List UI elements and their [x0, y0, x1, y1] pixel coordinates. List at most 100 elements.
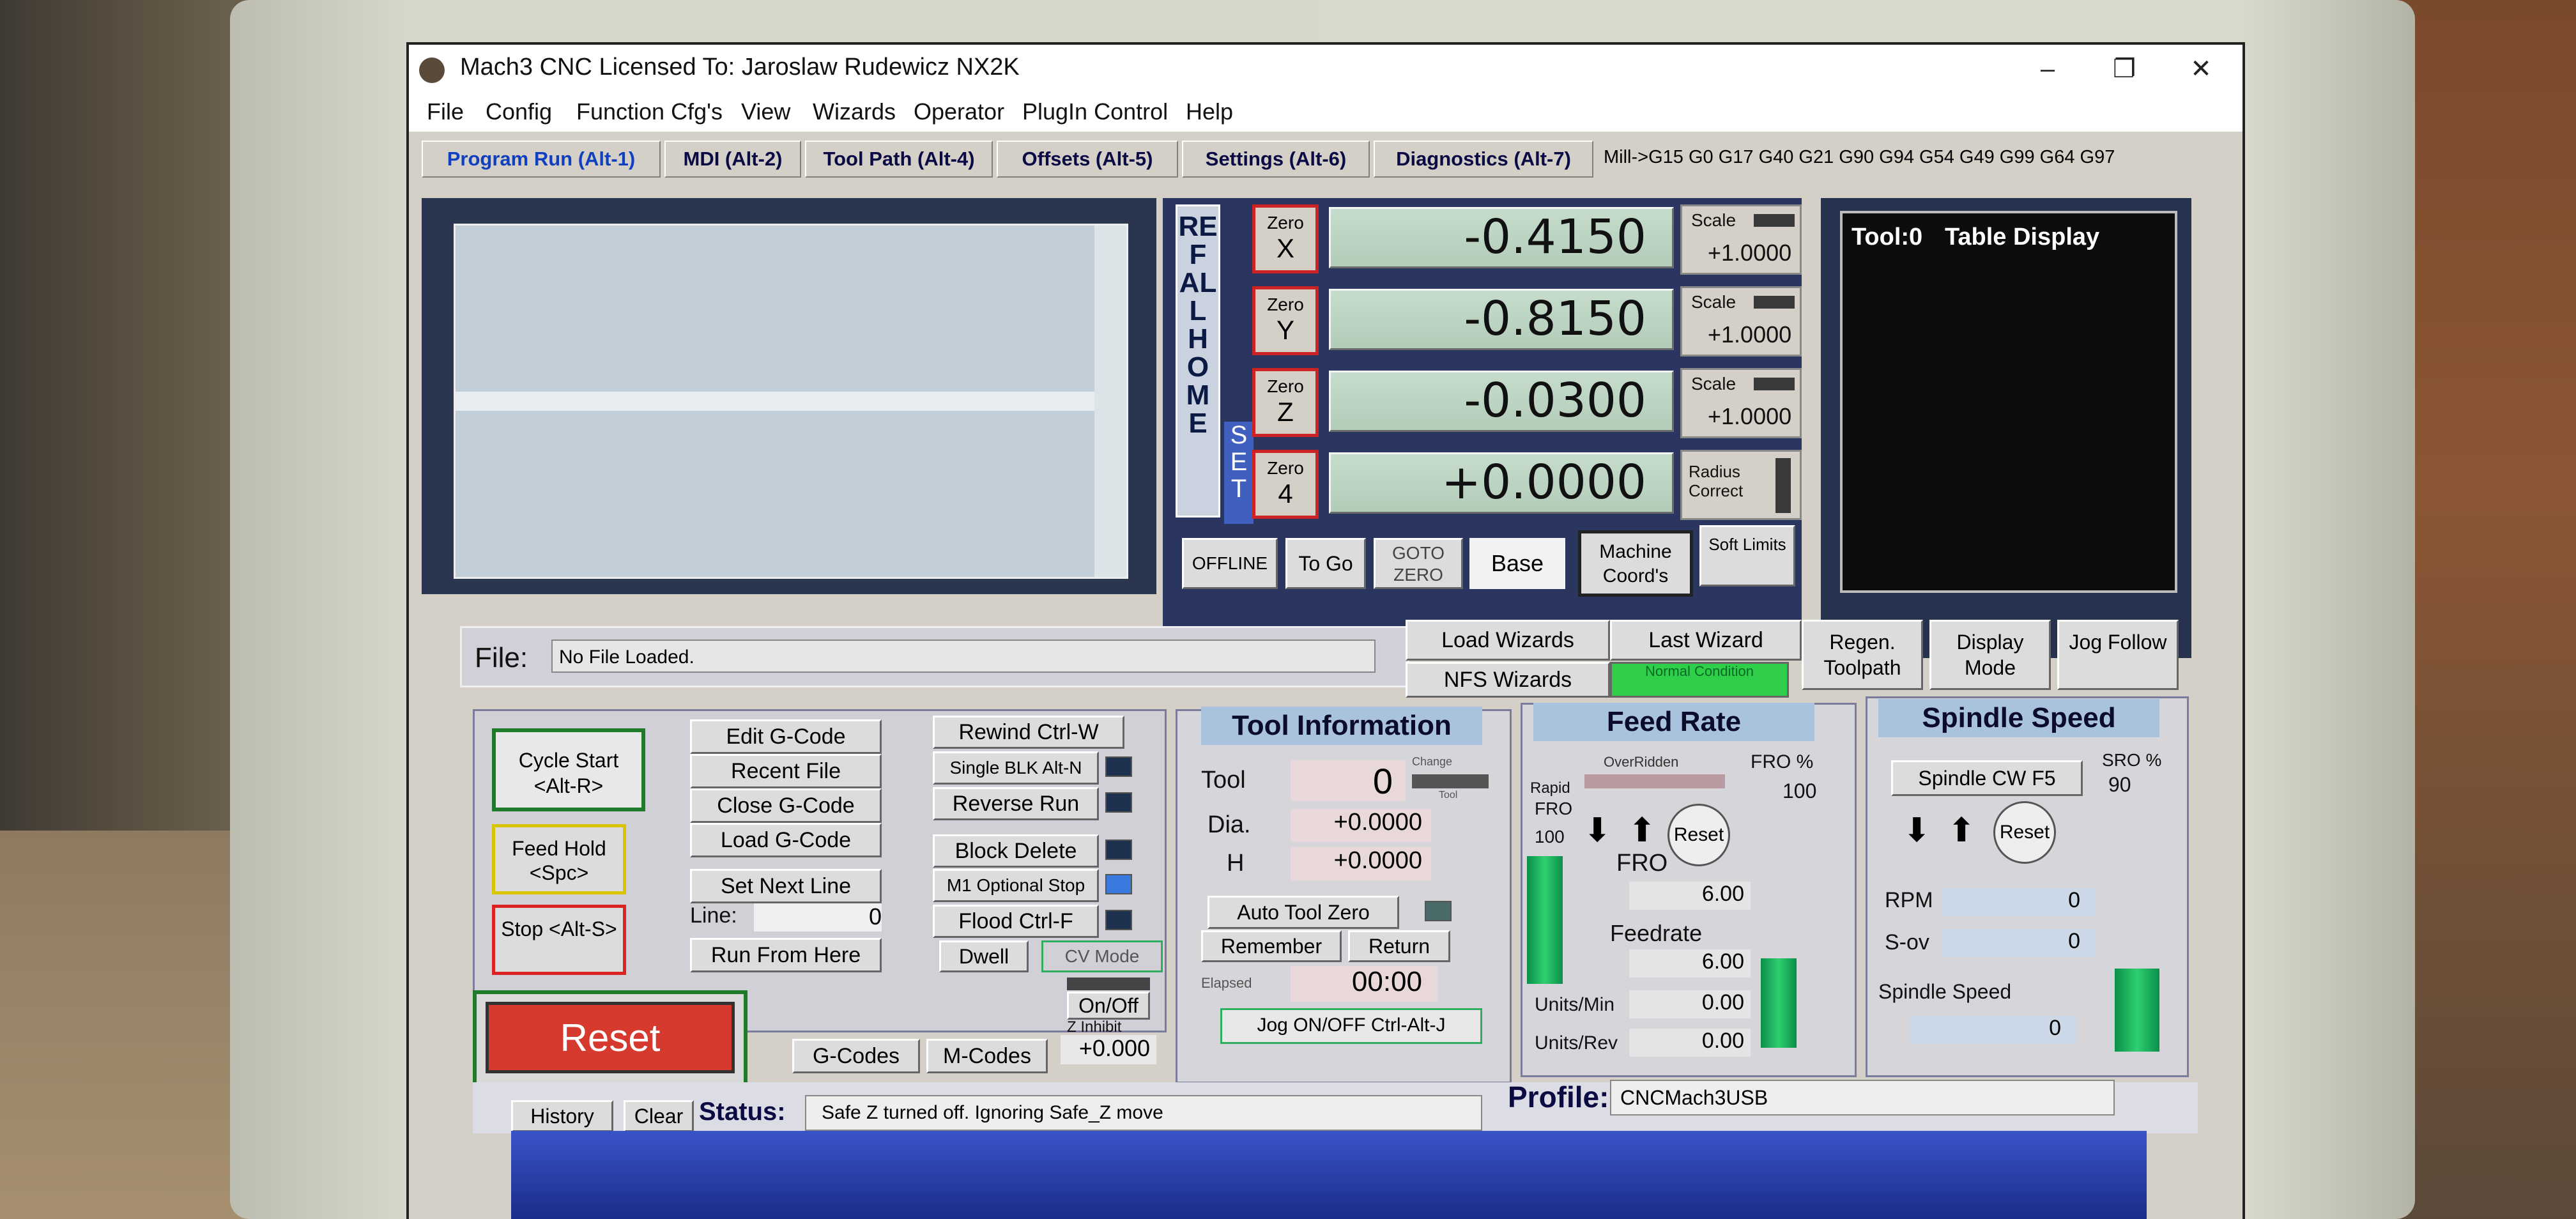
soft-limits-button[interactable]: Soft Limits	[1699, 525, 1795, 586]
display-mode-button[interactable]: Display Mode	[1929, 620, 2051, 690]
block-delete-button[interactable]: Block Delete	[933, 834, 1099, 868]
zero-4-button[interactable]: Zero 4	[1252, 450, 1319, 519]
scale-y[interactable]: Scale +1.0000	[1680, 286, 1802, 356]
remember-button[interactable]: Remember	[1201, 930, 1342, 962]
regen-toolpath-button[interactable]: Regen. Toolpath	[1802, 620, 1923, 690]
menu-help[interactable]: Help	[1186, 98, 1233, 125]
spindle-increase-icon[interactable]: ⬆	[1942, 811, 1981, 850]
line-number-field[interactable]: 0	[754, 903, 882, 931]
to-go-button[interactable]: To Go	[1285, 538, 1366, 589]
file-path-field[interactable]: No File Loaded.	[551, 640, 1376, 673]
feed-hold-button[interactable]: Feed Hold <Spc>	[492, 824, 626, 894]
spindle-cw-button[interactable]: Spindle CW F5	[1891, 760, 2083, 796]
menu-config[interactable]: Config	[486, 98, 552, 125]
load-gcode-button[interactable]: Load G-Code	[690, 823, 882, 857]
set-next-line-button[interactable]: Set Next Line	[690, 869, 882, 903]
reverse-run-button[interactable]: Reverse Run	[933, 787, 1099, 820]
spindle-reset-button[interactable]: Reset	[1993, 801, 2056, 864]
mach3-window: Mach3 CNC Licensed To: Jaroslaw Rudewicz…	[409, 45, 2242, 1219]
fro-value[interactable]: 6.00	[1629, 882, 1751, 910]
single-block-button[interactable]: Single BLK Alt-N	[933, 751, 1099, 785]
feed-decrease-icon[interactable]: ⬇	[1578, 811, 1616, 850]
menu-operator[interactable]: Operator	[914, 98, 1004, 125]
radius-correct-button[interactable]: Radius Correct	[1680, 450, 1802, 520]
dia-field[interactable]: +0.0000	[1291, 809, 1431, 842]
close-gcode-button[interactable]: Close G-Code	[690, 788, 882, 823]
zero-z-button[interactable]: Zero Z	[1252, 368, 1319, 437]
rewind-button[interactable]: Rewind Ctrl-W	[933, 716, 1124, 749]
run-from-here-button[interactable]: Run From Here	[690, 938, 882, 972]
minimize-icon[interactable]: –	[2019, 50, 2076, 88]
toolpath-display[interactable]: Tool:0 Table Display	[1840, 211, 2177, 593]
spindle-speed-label: Spindle Speed	[1878, 980, 2012, 1003]
units-rev-value: 0.00	[1629, 1029, 1751, 1057]
base-label: Base	[1469, 538, 1565, 589]
menu-wizards[interactable]: Wizards	[813, 98, 896, 125]
clear-button[interactable]: Clear	[624, 1100, 694, 1132]
edit-gcode-button[interactable]: Edit G-Code	[690, 719, 882, 754]
return-button[interactable]: Return	[1348, 930, 1450, 962]
m1-optional-stop-button[interactable]: M1 Optional Stop	[933, 869, 1099, 902]
dwell-button[interactable]: Dwell	[939, 940, 1029, 972]
tab-settings[interactable]: Settings (Alt-6)	[1182, 141, 1370, 178]
feed-reset-button[interactable]: Reset	[1667, 804, 1730, 866]
restore-icon[interactable]: ❐	[2096, 50, 2153, 88]
gcode-scrollbar[interactable]	[1094, 226, 1126, 577]
mcodes-button[interactable]: M-Codes	[926, 1039, 1048, 1073]
zero-y-button[interactable]: Zero Y	[1252, 286, 1319, 355]
z-inhibit-onoff-button[interactable]: On/Off	[1067, 992, 1150, 1020]
menu-plugin-control[interactable]: PlugIn Control	[1022, 98, 1168, 125]
history-button[interactable]: History	[511, 1100, 613, 1132]
dro-y-value[interactable]: -0.8150	[1329, 289, 1674, 350]
feed-increase-icon[interactable]: ⬆	[1623, 811, 1661, 850]
flood-button[interactable]: Flood Ctrl-F	[933, 905, 1099, 938]
ref-all-home-button[interactable]: REF ALL HOME	[1176, 204, 1220, 518]
goto-zero-button[interactable]: GOTO ZERO	[1374, 538, 1463, 589]
menu-function-cfgs[interactable]: Function Cfg's	[576, 98, 723, 125]
jog-onoff-button[interactable]: Jog ON/OFF Ctrl-Alt-J	[1220, 1008, 1482, 1044]
change-tool-label: Change	[1412, 755, 1453, 768]
dro-4-value[interactable]: +0.0000	[1329, 452, 1674, 514]
sov-value: 0	[1942, 929, 2096, 957]
scale-x[interactable]: Scale +1.0000	[1680, 204, 1802, 275]
cv-mode-indicator[interactable]: CV Mode	[1041, 940, 1163, 972]
offline-button[interactable]: OFFLINE	[1182, 538, 1278, 589]
dro-z-value[interactable]: -0.0300	[1329, 371, 1674, 432]
stop-button[interactable]: Stop <Alt-S>	[492, 905, 626, 975]
tab-mdi[interactable]: MDI (Alt-2)	[664, 141, 801, 178]
scale-z[interactable]: Scale +1.0000	[1680, 368, 1802, 438]
jog-follow-button[interactable]: Jog Follow	[2057, 620, 2179, 690]
gcode-list[interactable]	[454, 224, 1128, 579]
nfs-wizards-button[interactable]: NFS Wizards	[1406, 662, 1610, 698]
menu-file[interactable]: File	[427, 98, 464, 125]
status-message: Safe Z turned off. Ignoring Safe_Z move	[805, 1095, 1482, 1131]
spindle-speed-slider[interactable]	[2115, 969, 2159, 1052]
bottom-banner	[511, 1131, 2147, 1219]
reset-button[interactable]: Reset	[486, 1002, 735, 1073]
spindle-decrease-icon[interactable]: ⬇	[1897, 811, 1936, 850]
feedrate-value[interactable]: 6.00	[1629, 949, 1751, 977]
cycle-start-button[interactable]: Cycle Start <Alt-R>	[492, 728, 645, 811]
feedrate-slider[interactable]	[1761, 958, 1797, 1048]
menu-view[interactable]: View	[741, 98, 790, 125]
tab-tool-path[interactable]: Tool Path (Alt-4)	[805, 141, 993, 178]
z-inhibit-value[interactable]: +0.000	[1061, 1035, 1156, 1064]
rpm-value[interactable]: 0	[1942, 888, 2096, 916]
close-icon[interactable]: ✕	[2172, 50, 2230, 88]
tab-offsets[interactable]: Offsets (Alt-5)	[997, 141, 1178, 178]
load-wizards-button[interactable]: Load Wizards	[1406, 620, 1610, 661]
rapid-fro-slider[interactable]	[1527, 856, 1563, 984]
recent-file-button[interactable]: Recent File	[690, 754, 882, 788]
gcodes-button[interactable]: G-Codes	[792, 1039, 920, 1073]
change-tool-button[interactable]	[1412, 774, 1489, 788]
dro-x-value[interactable]: -0.4150	[1329, 207, 1674, 268]
auto-tool-zero-button[interactable]: Auto Tool Zero	[1208, 896, 1399, 929]
last-wizard-button[interactable]: Last Wizard	[1610, 620, 1802, 661]
machine-coords-button[interactable]: Machine Coord's	[1578, 530, 1693, 597]
tool-number-field[interactable]: 0	[1291, 760, 1406, 801]
zero-x-button[interactable]: Zero X	[1252, 204, 1319, 273]
tab-program-run[interactable]: Program Run (Alt-1)	[422, 141, 661, 178]
tab-diagnostics[interactable]: Diagnostics (Alt-7)	[1374, 141, 1593, 178]
h-field[interactable]: +0.0000	[1291, 847, 1431, 880]
scale-z-led	[1754, 378, 1795, 390]
